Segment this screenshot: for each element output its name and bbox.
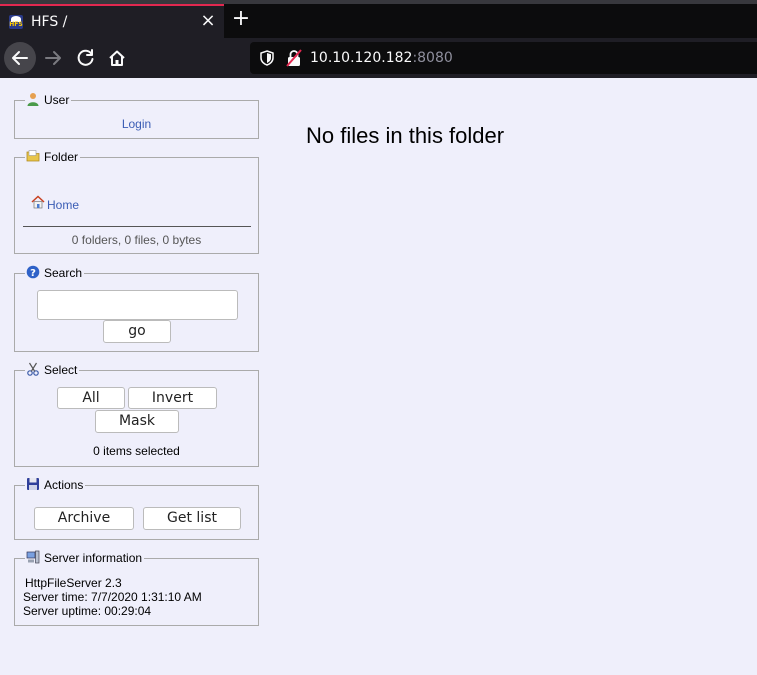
search-input[interactable] bbox=[37, 290, 238, 320]
forward-arrow-icon bbox=[45, 51, 61, 65]
home-link[interactable]: Home bbox=[31, 195, 79, 213]
server-info-panel: Server information HttpFileServer 2.3 Se… bbox=[14, 550, 259, 626]
search-legend: ? Search bbox=[25, 265, 85, 281]
invert-selection-button[interactable]: Invert bbox=[128, 387, 217, 409]
empty-folder-message: No files in this folder bbox=[306, 123, 505, 148]
hfs-favicon-icon: HFS bbox=[9, 15, 23, 29]
svg-text:?: ? bbox=[30, 268, 36, 279]
actions-panel: Actions Archive Get list bbox=[14, 477, 259, 540]
page-content: User Login Folder Home 0 folders, 0 file… bbox=[0, 78, 757, 675]
select-legend: Select bbox=[25, 362, 80, 378]
folder-panel: Folder Home 0 folders, 0 files, 0 bytes bbox=[14, 149, 259, 254]
house-icon bbox=[31, 195, 45, 209]
home-button[interactable] bbox=[103, 44, 131, 72]
select-panel: Select All Invert Mask 0 items selected bbox=[14, 362, 259, 467]
server-software-link[interactable]: HttpFileServer 2.3 bbox=[25, 576, 122, 590]
server-legend: Server information bbox=[25, 550, 145, 566]
insecure-lock-icon[interactable] bbox=[286, 49, 302, 67]
go-button[interactable]: go bbox=[103, 320, 171, 343]
get-list-button[interactable]: Get list bbox=[143, 507, 241, 530]
floppy-disk-icon bbox=[27, 478, 39, 490]
select-all-button[interactable]: All bbox=[57, 387, 125, 409]
user-icon bbox=[27, 93, 39, 106]
tab-hfs[interactable]: HFS HFS / × bbox=[0, 4, 224, 38]
help-icon: ? bbox=[26, 265, 40, 279]
home-link-label: Home bbox=[47, 198, 80, 212]
actions-legend-label: Actions bbox=[44, 478, 84, 492]
url-text: 10.10.120.182:8080 bbox=[310, 49, 453, 67]
selected-count: 0 items selected bbox=[93, 444, 180, 458]
actions-legend: Actions bbox=[25, 477, 86, 493]
folder-icon bbox=[26, 150, 40, 162]
scissors-icon bbox=[27, 362, 39, 376]
new-tab-button[interactable]: + bbox=[230, 8, 252, 30]
folder-divider bbox=[23, 226, 251, 227]
tab-bar: HFS HFS / × + bbox=[0, 4, 757, 38]
reload-icon bbox=[77, 49, 94, 66]
search-panel: ? Search go bbox=[14, 265, 259, 352]
reload-button[interactable] bbox=[72, 44, 100, 72]
back-arrow-icon bbox=[12, 51, 28, 65]
user-legend-label: User bbox=[44, 93, 70, 107]
navigation-toolbar: 10.10.120.182:8080 bbox=[0, 38, 757, 78]
mask-button[interactable]: Mask bbox=[95, 410, 179, 433]
tab-close-icon[interactable]: × bbox=[198, 11, 218, 31]
server-legend-label: Server information bbox=[44, 551, 143, 565]
url-host: 10.10.120.182 bbox=[310, 50, 413, 66]
address-bar[interactable]: 10.10.120.182:8080 bbox=[250, 42, 757, 74]
search-legend-label: Search bbox=[44, 266, 83, 280]
folder-legend: Folder bbox=[25, 149, 81, 165]
login-link[interactable]: Login bbox=[15, 116, 258, 132]
user-legend: User bbox=[25, 92, 72, 108]
archive-button[interactable]: Archive bbox=[34, 507, 134, 530]
folder-legend-label: Folder bbox=[44, 150, 79, 164]
select-legend-label: Select bbox=[44, 363, 78, 377]
server-uptime: Server uptime: 00:29:04 bbox=[23, 604, 152, 618]
server-icon bbox=[26, 550, 40, 564]
user-panel: User Login bbox=[14, 92, 259, 139]
forward-button[interactable] bbox=[40, 44, 68, 72]
url-port: :8080 bbox=[412, 50, 453, 66]
home-icon bbox=[109, 50, 125, 66]
server-time: Server time: 7/7/2020 1:31:10 AM bbox=[23, 590, 202, 604]
tab-title: HFS / bbox=[31, 14, 68, 30]
shield-icon[interactable] bbox=[260, 50, 274, 66]
folder-summary: 0 folders, 0 files, 0 bytes bbox=[71, 233, 202, 247]
back-button[interactable] bbox=[4, 42, 36, 74]
